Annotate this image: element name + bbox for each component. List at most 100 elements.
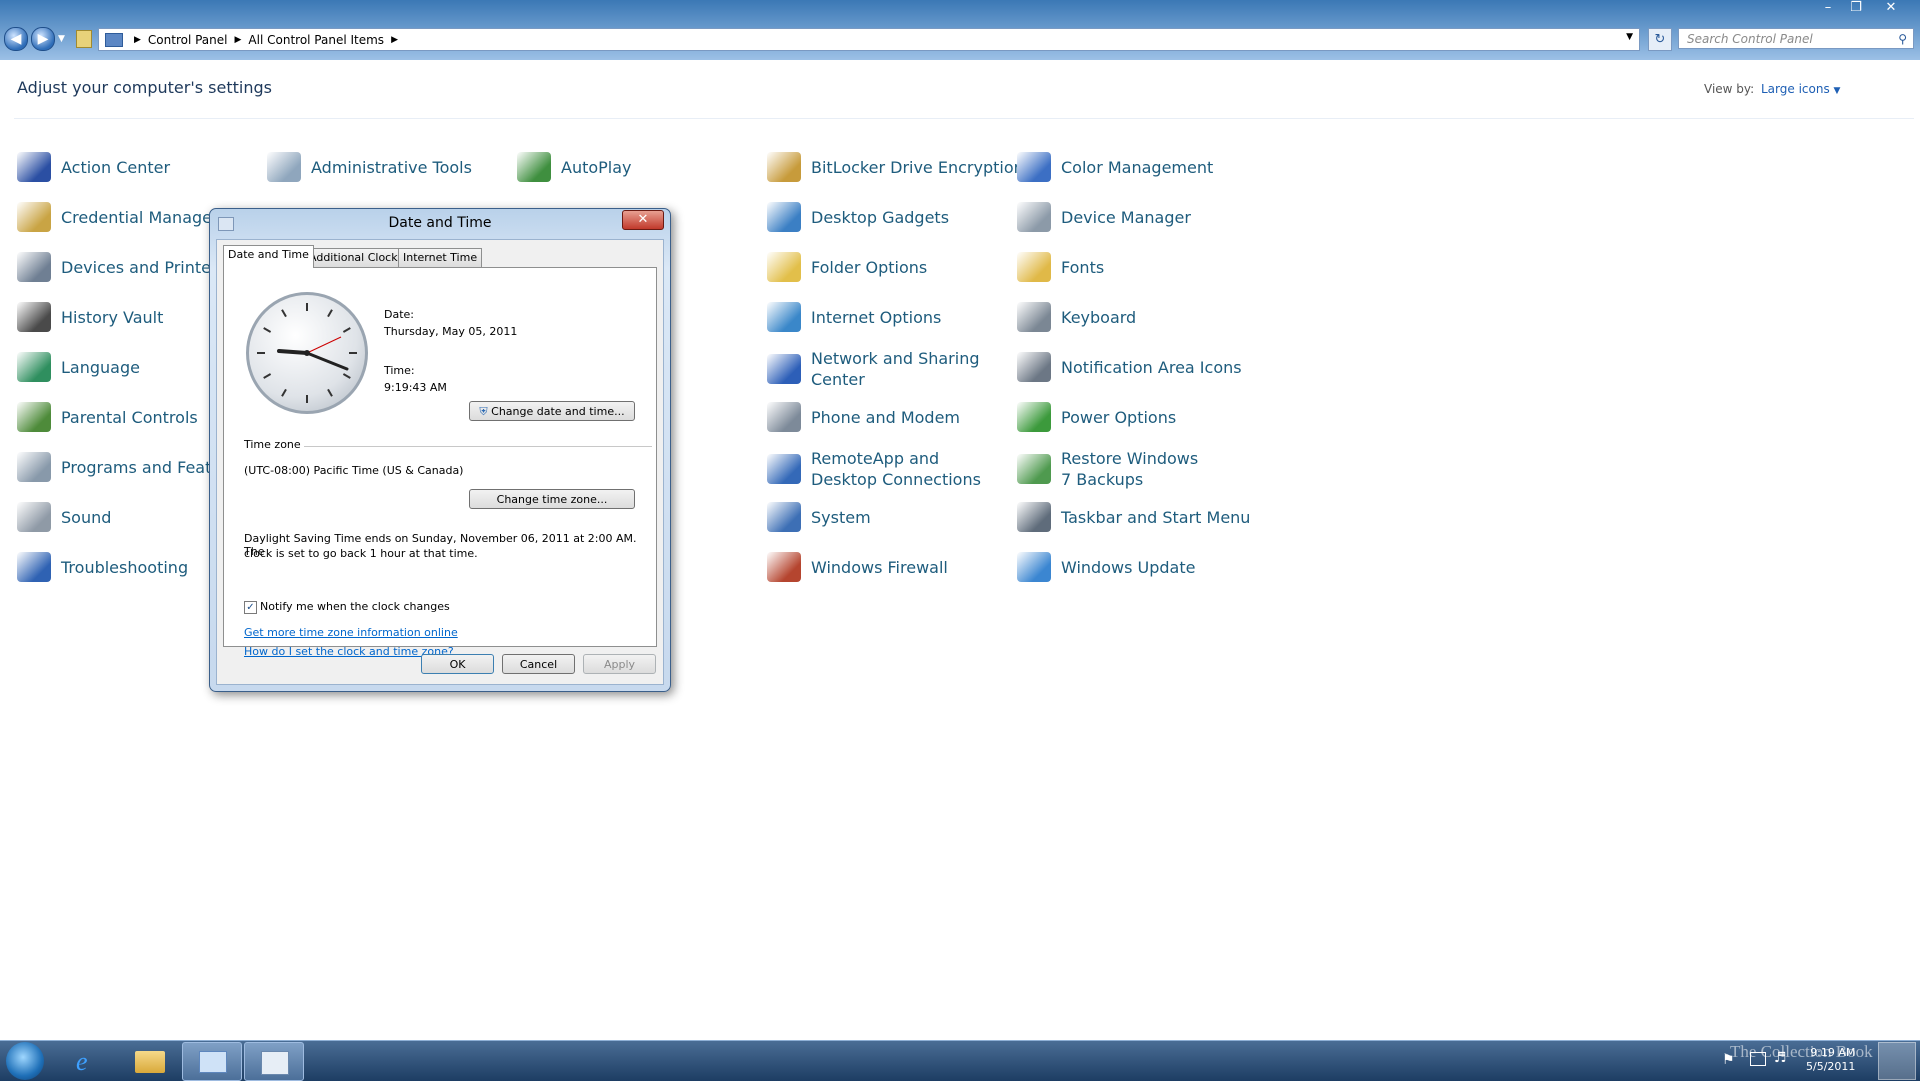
recent-pages-dropdown[interactable]: ▼ <box>58 34 65 44</box>
troubleshooting-icon <box>17 552 51 582</box>
date-value: Thursday, May 05, 2011 <box>384 325 518 338</box>
change-date-time-button[interactable]: ⛨ Change date and time... <box>469 401 635 421</box>
up-folder-icon[interactable] <box>76 30 92 48</box>
item-folder-options[interactable]: Folder Options <box>767 252 927 282</box>
item-autoplay[interactable]: AutoPlay <box>517 152 632 182</box>
taskbar-date-time[interactable] <box>244 1042 304 1081</box>
item-label: Windows Firewall <box>811 557 948 577</box>
more-timezone-info-link[interactable]: Get more time zone information online <box>244 626 458 639</box>
credential-manager-icon <box>17 202 51 232</box>
item-bitlocker[interactable]: BitLocker Drive Encryption <box>767 152 1024 182</box>
time-label: Time: <box>384 364 415 377</box>
tab-additional-clocks[interactable]: Additional Clocks <box>304 248 409 267</box>
item-label: Keyboard <box>1061 307 1137 327</box>
apply-button[interactable]: Apply <box>583 654 656 674</box>
taskbar-windows-explorer[interactable] <box>121 1042 179 1079</box>
phone-modem-icon <box>767 402 801 432</box>
item-fonts[interactable]: Fonts <box>1017 252 1104 282</box>
item-label: Windows Update <box>1061 557 1196 577</box>
item-power-options[interactable]: Power Options <box>1017 402 1176 432</box>
cancel-button[interactable]: Cancel <box>502 654 575 674</box>
view-by-dropdown[interactable]: Large icons ▼ <box>1761 82 1840 96</box>
breadcrumb-separator[interactable]: ▶ <box>235 35 242 45</box>
taskbar-internet-explorer[interactable]: e <box>60 1042 118 1079</box>
history-vault-icon <box>17 302 51 332</box>
breadcrumb-separator[interactable]: ▶ <box>134 35 141 45</box>
refresh-button[interactable]: ↻ <box>1648 28 1672 51</box>
date-label: Date: <box>384 308 414 321</box>
search-input[interactable]: Search Control Panel ⚲ <box>1678 28 1914 49</box>
item-language[interactable]: Language <box>17 352 140 382</box>
item-restore-backups[interactable]: Restore Windows 7 Backups <box>1017 448 1211 490</box>
tab-page: Date: Thursday, May 05, 2011 Time: 9:19:… <box>223 267 657 658</box>
tray-clock[interactable]: 9:19 AM 5/5/2011 <box>1806 1046 1855 1074</box>
item-troubleshooting[interactable]: Troubleshooting <box>17 552 188 582</box>
view-by-label: View by: <box>1704 82 1755 96</box>
restore-backups-icon <box>1017 454 1051 484</box>
item-label: Color Management <box>1061 157 1214 177</box>
notify-label[interactable]: Notify me when the clock changes <box>260 600 450 613</box>
item-sound[interactable]: Sound <box>17 502 111 532</box>
item-windows-update[interactable]: Windows Update <box>1017 552 1195 582</box>
color-management-icon <box>1017 152 1051 182</box>
tab-internet-time[interactable]: Internet Time <box>398 248 483 267</box>
device-manager-icon <box>1017 202 1051 232</box>
start-button[interactable] <box>6 1042 44 1080</box>
forward-button[interactable]: ▶ <box>31 27 55 51</box>
keyboard-icon <box>1017 302 1051 332</box>
address-dropdown-icon[interactable]: ▼ <box>1626 32 1633 42</box>
change-date-time-label: Change date and time... <box>491 405 625 418</box>
date-time-dialog: Date and Time ✕ Date and Time Additional… <box>209 208 671 692</box>
item-label: Notification Area Icons <box>1061 357 1242 377</box>
item-network-sharing[interactable]: Network and Sharing Center <box>767 348 981 390</box>
analog-clock <box>246 292 368 414</box>
search-icon[interactable]: ⚲ <box>1898 29 1907 50</box>
item-label: Devices and Printers <box>61 257 226 277</box>
item-label: BitLocker Drive Encryption <box>811 157 1024 177</box>
item-device-manager[interactable]: Device Manager <box>1017 202 1191 232</box>
item-label: RemoteApp and Desktop Connections <box>811 449 981 489</box>
item-internet-options[interactable]: Internet Options <box>767 302 941 332</box>
item-label: Device Manager <box>1061 207 1191 227</box>
item-administrative-tools[interactable]: Administrative Tools <box>267 152 472 182</box>
item-parental-controls[interactable]: Parental Controls <box>17 402 198 432</box>
maximize-button[interactable]: ❐ <box>1845 0 1867 16</box>
item-label: Desktop Gadgets <box>811 207 950 227</box>
breadcrumb-separator[interactable]: ▶ <box>391 35 398 45</box>
item-desktop-gadgets[interactable]: Desktop Gadgets <box>767 202 949 232</box>
item-credential-manager[interactable]: Credential Manager <box>17 202 219 232</box>
item-color-management[interactable]: Color Management <box>1017 152 1213 182</box>
windows-firewall-icon <box>767 552 801 582</box>
tab-date-and-time[interactable]: Date and Time <box>223 245 314 268</box>
item-remoteapp[interactable]: RemoteApp and Desktop Connections <box>767 448 996 490</box>
back-button[interactable]: ◀ <box>4 27 28 51</box>
action-center-icon <box>17 152 51 182</box>
notify-checkbox[interactable]: ✓ <box>244 601 257 614</box>
item-phone-modem[interactable]: Phone and Modem <box>767 402 960 432</box>
breadcrumb-all-items[interactable]: All Control Panel Items <box>248 33 384 47</box>
item-keyboard[interactable]: Keyboard <box>1017 302 1136 332</box>
item-history-vault[interactable]: History Vault <box>17 302 163 332</box>
item-system[interactable]: System <box>767 502 871 532</box>
address-bar[interactable]: ▶ Control Panel ▶ All Control Panel Item… <box>98 28 1640 51</box>
tray-date: 5/5/2011 <box>1806 1060 1856 1073</box>
taskbar-control-panel[interactable] <box>182 1042 242 1081</box>
ok-button[interactable]: OK <box>421 654 494 674</box>
item-label: Power Options <box>1061 407 1177 427</box>
breadcrumb-control-panel[interactable]: Control Panel <box>148 33 228 47</box>
close-window-button[interactable]: ✕ <box>1880 0 1902 16</box>
dialog-body: Date and Time Additional Clocks Internet… <box>216 239 664 685</box>
language-icon <box>17 352 51 382</box>
item-windows-firewall[interactable]: Windows Firewall <box>767 552 948 582</box>
item-taskbar-start[interactable]: Taskbar and Start Menu <box>1017 502 1250 532</box>
item-devices-printers[interactable]: Devices and Printers <box>17 252 226 282</box>
minimize-button[interactable]: – <box>1817 0 1839 16</box>
dialog-close-button[interactable]: ✕ <box>622 210 664 230</box>
administrative-tools-icon <box>267 152 301 182</box>
windows-update-icon <box>1017 552 1051 582</box>
item-notification-area[interactable]: Notification Area Icons <box>1017 352 1242 382</box>
item-action-center[interactable]: Action Center <box>17 152 170 182</box>
item-label: Folder Options <box>811 257 928 277</box>
change-timezone-button[interactable]: Change time zone... <box>469 489 635 509</box>
show-desktop-button[interactable] <box>1878 1042 1916 1080</box>
